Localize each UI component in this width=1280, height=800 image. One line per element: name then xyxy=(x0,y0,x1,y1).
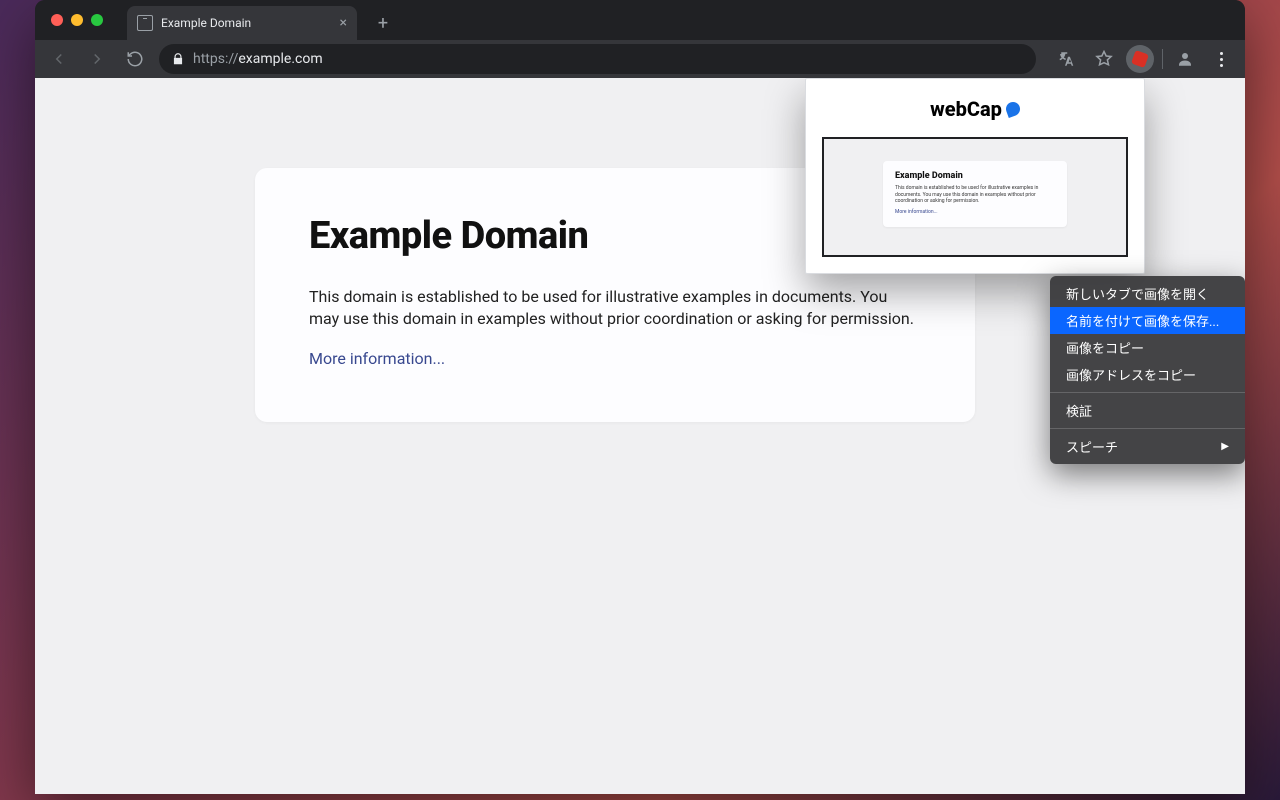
ctx-label: 新しいタブで画像を開く xyxy=(1066,284,1209,303)
ctx-label: 画像アドレスをコピー xyxy=(1066,365,1196,384)
toolbar-divider xyxy=(1162,49,1163,69)
ctx-copy-image[interactable]: 画像をコピー xyxy=(1050,334,1245,361)
bookmark-star-icon[interactable] xyxy=(1090,45,1118,73)
toolbar: https://example.com xyxy=(35,40,1245,78)
preview-heading: Example Domain xyxy=(895,171,1055,181)
toolbar-right xyxy=(1054,45,1235,73)
preview-link: More information... xyxy=(895,209,1055,215)
reload-button[interactable] xyxy=(121,45,149,73)
zoom-window-button[interactable] xyxy=(91,14,103,26)
capture-preview[interactable]: Example Domain This domain is establishe… xyxy=(822,137,1128,257)
minimize-window-button[interactable] xyxy=(71,14,83,26)
chevron-right-icon: ▶ xyxy=(1221,441,1229,452)
popup-title-text: webCap xyxy=(930,97,1002,121)
ctx-label: 画像をコピー xyxy=(1066,338,1144,357)
tab-close-button[interactable]: × xyxy=(340,15,347,31)
ctx-label: 検証 xyxy=(1066,401,1092,420)
url-text: https://example.com xyxy=(193,51,1024,67)
browser-menu-button[interactable] xyxy=(1207,45,1235,73)
ctx-save-image-as[interactable]: 名前を付けて画像を保存... xyxy=(1050,307,1245,334)
new-tab-button[interactable]: + xyxy=(369,9,397,37)
page-favicon-icon xyxy=(137,15,153,31)
browser-window: Example Domain × + https://example.com xyxy=(35,0,1245,794)
ctx-speech-submenu[interactable]: スピーチ ▶ xyxy=(1050,433,1245,460)
context-menu: 新しいタブで画像を開く 名前を付けて画像を保存... 画像をコピー 画像アドレス… xyxy=(1050,276,1245,464)
extension-blob-icon xyxy=(1131,50,1149,68)
webcap-logo-icon xyxy=(1004,100,1022,118)
browser-tab[interactable]: Example Domain × xyxy=(127,6,357,40)
tab-title: Example Domain xyxy=(161,16,251,30)
tab-strip: Example Domain × + xyxy=(35,0,1245,40)
extension-popup: webCap Example Domain This domain is est… xyxy=(805,78,1145,274)
address-bar[interactable]: https://example.com xyxy=(159,44,1036,74)
extension-popup-title: webCap xyxy=(822,97,1128,121)
preview-body: This domain is established to be used fo… xyxy=(895,185,1055,205)
page-viewport: Example Domain This domain is establishe… xyxy=(35,78,1245,794)
ctx-open-image-new-tab[interactable]: 新しいタブで画像を開く xyxy=(1050,280,1245,307)
ctx-copy-image-address[interactable]: 画像アドレスをコピー xyxy=(1050,361,1245,388)
back-button[interactable] xyxy=(45,45,73,73)
preview-card: Example Domain This domain is establishe… xyxy=(883,161,1067,227)
window-controls xyxy=(51,14,103,26)
more-information-link[interactable]: More information... xyxy=(309,349,445,368)
page-body-text: This domain is established to be used fo… xyxy=(309,286,921,329)
close-window-button[interactable] xyxy=(51,14,63,26)
ctx-inspect[interactable]: 検証 xyxy=(1050,397,1245,424)
ctx-separator xyxy=(1050,392,1245,393)
translate-icon[interactable] xyxy=(1054,45,1082,73)
ctx-separator xyxy=(1050,428,1245,429)
lock-icon xyxy=(171,52,185,66)
profile-avatar-button[interactable] xyxy=(1171,45,1199,73)
ctx-label: 名前を付けて画像を保存... xyxy=(1066,311,1219,330)
webcap-extension-icon[interactable] xyxy=(1126,45,1154,73)
ctx-label: スピーチ xyxy=(1066,437,1118,456)
forward-button[interactable] xyxy=(83,45,111,73)
